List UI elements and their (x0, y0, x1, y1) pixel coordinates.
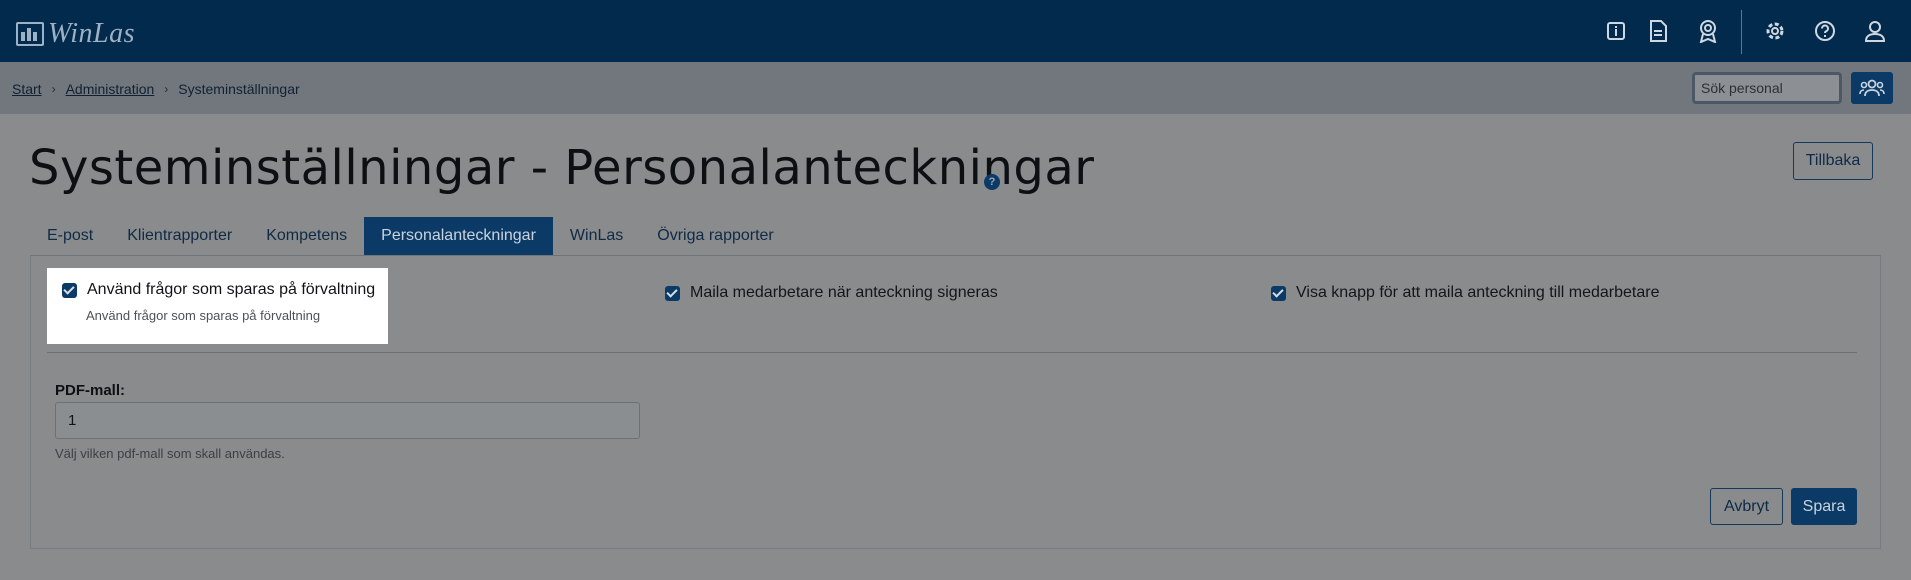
document-icon[interactable] (1645, 18, 1671, 44)
checkbox-checked-icon[interactable] (1271, 285, 1286, 301)
checkbox-checked-icon[interactable] (62, 282, 77, 298)
checkbox-checked-icon[interactable] (665, 285, 680, 301)
search-personal-input[interactable] (1692, 72, 1842, 104)
page-title: Systeminställningar - Personalanteckning… (29, 140, 1095, 196)
tab-personalanteckningar[interactable]: Personalanteckningar (364, 217, 553, 255)
option-label: Använd frågor som sparas på förvaltning (87, 281, 376, 298)
toolbar-divider (1741, 10, 1742, 54)
option-use-questions[interactable]: Använd frågor som sparas på förvaltning (62, 281, 375, 299)
option-label: Visa knapp för att maila anteckning till… (1296, 284, 1660, 301)
save-button[interactable]: Spara (1791, 488, 1857, 525)
help-icon[interactable]: ? (984, 174, 1000, 190)
breadcrumb-start[interactable]: Start (12, 81, 42, 97)
tab-e-post[interactable]: E-post (30, 217, 110, 255)
tab-winlas[interactable]: WinLas (553, 217, 640, 255)
breadcrumb-current: Systeminställningar (178, 81, 300, 97)
option-show-mail-button[interactable]: Visa knapp för att maila anteckning till… (1271, 284, 1659, 302)
highlighted-option (47, 268, 388, 344)
cancel-button[interactable]: Avbryt (1710, 488, 1783, 525)
option-label: Maila medarbetare när anteckning signera… (690, 284, 998, 301)
users-icon (1859, 79, 1885, 97)
app-logo[interactable]: WinLas (16, 18, 135, 50)
award-icon[interactable] (1695, 18, 1721, 44)
chevron-right-icon: › (164, 82, 169, 96)
back-button[interactable]: Tillbaka (1793, 142, 1873, 180)
personnel-group-button[interactable] (1851, 72, 1893, 104)
logo-text: WinLas (48, 18, 136, 49)
option-help-text: Använd frågor som sparas på förvaltning (86, 308, 321, 323)
tab-klientrapporter[interactable]: Klientrapporter (110, 217, 249, 255)
logo-icon (16, 22, 44, 46)
tab-kompetens[interactable]: Kompetens (249, 217, 364, 255)
pdf-template-help: Välj vilken pdf-mall som skall användas. (55, 446, 285, 461)
help-icon[interactable] (1812, 18, 1838, 44)
option-mail-on-sign[interactable]: Maila medarbetare när anteckning signera… (665, 284, 998, 302)
top-navbar: WinLas (0, 0, 1911, 62)
section-divider (47, 352, 1857, 353)
pdf-template-input[interactable] (55, 402, 640, 439)
tab-ovriga-rapporter[interactable]: Övriga rapporter (640, 217, 791, 255)
breadcrumb-administration[interactable]: Administration (66, 81, 155, 97)
breadcrumb: Start › Administration › Systeminställni… (12, 81, 300, 97)
pdf-template-label: PDF-mall: (55, 382, 126, 399)
info-icon[interactable] (1603, 18, 1629, 44)
settings-tabs: E-post Klientrapporter Kompetens Persona… (30, 217, 791, 255)
chevron-right-icon: › (51, 82, 56, 96)
user-icon[interactable] (1862, 18, 1888, 44)
gear-icon[interactable] (1762, 18, 1788, 44)
